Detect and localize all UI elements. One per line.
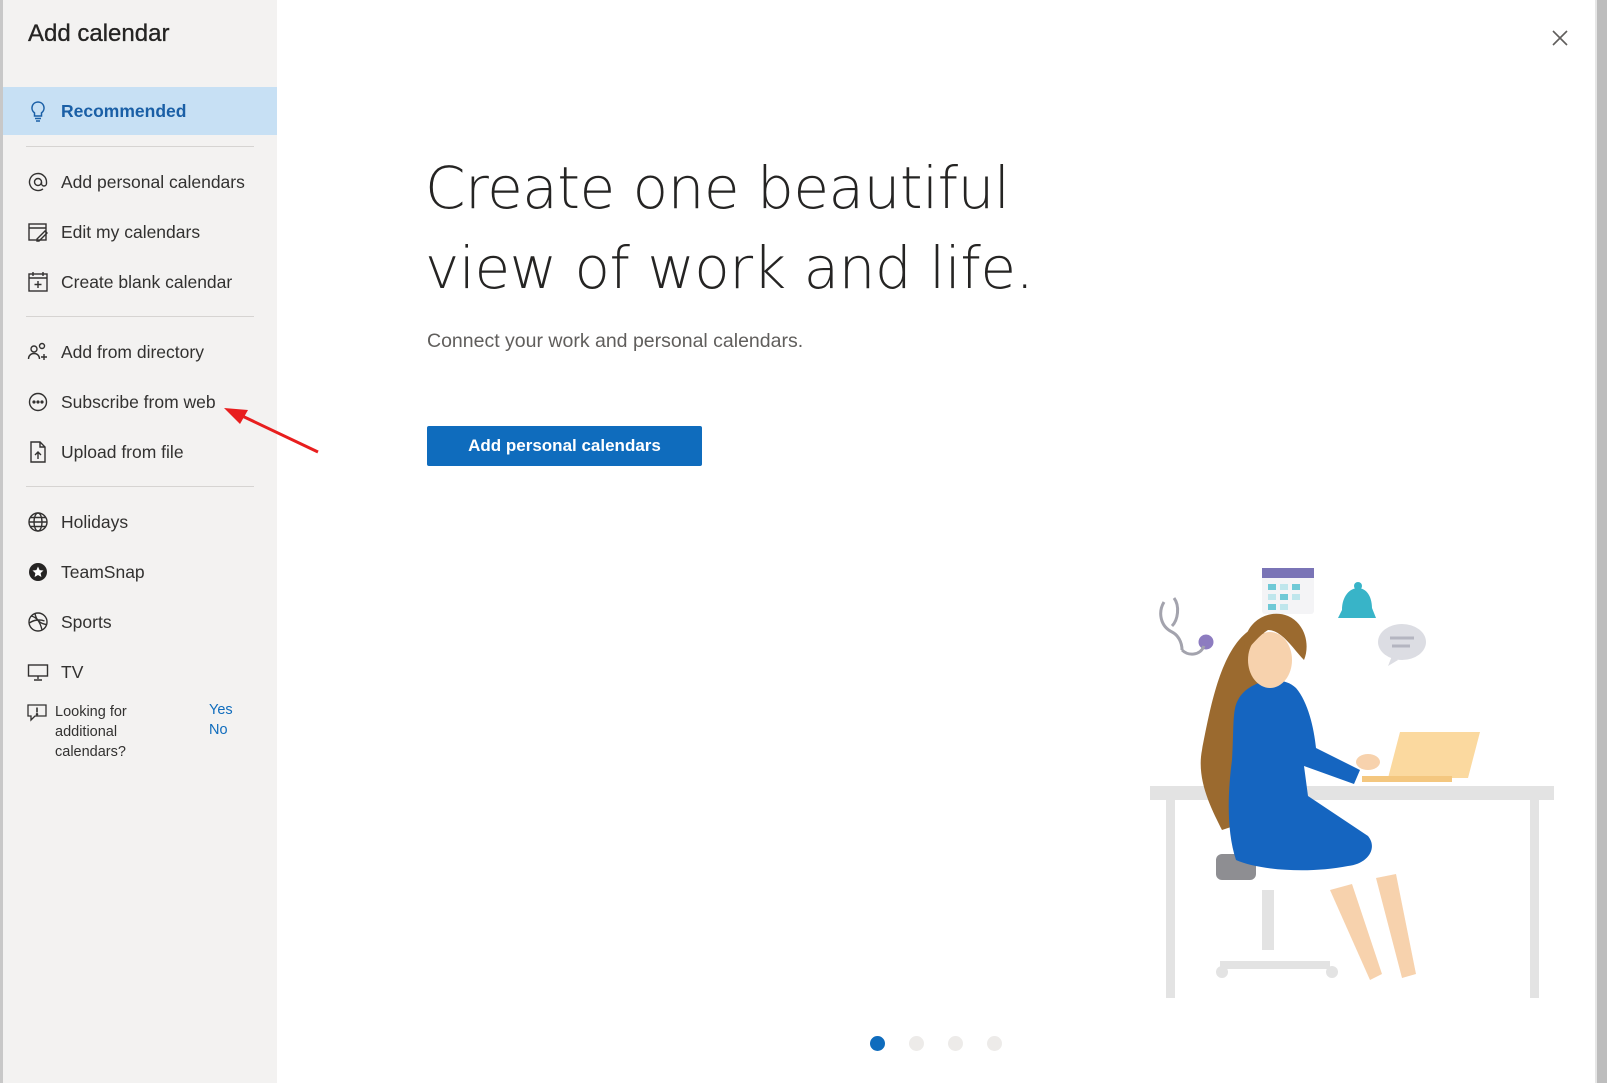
window-right-edge bbox=[1597, 0, 1607, 1083]
sidebar-item-label: Edit my calendars bbox=[61, 221, 201, 242]
tv-icon bbox=[27, 661, 49, 683]
feedback-icon bbox=[27, 704, 47, 722]
sidebar-item-label: TeamSnap bbox=[61, 561, 145, 582]
add-personal-calendars-button[interactable]: Add personal calendars bbox=[427, 426, 702, 466]
sidebar-item-add-from-directory[interactable]: Add from directory bbox=[3, 328, 277, 376]
carousel-dot[interactable] bbox=[948, 1036, 963, 1051]
sidebar-item-create-blank-calendar[interactable]: Create blank calendar bbox=[3, 258, 277, 306]
feedback-question: Looking for additional calendars? bbox=[55, 704, 127, 760]
sidebar-item-label: Recommended bbox=[61, 100, 187, 121]
sidebar-item-label: Sports bbox=[61, 611, 112, 632]
feedback-section: Looking for additional calendars? Yes No bbox=[27, 702, 257, 766]
page-headline: Create one beautiful view of work and lif… bbox=[425, 154, 1034, 302]
sidebar-item-label: Subscribe from web bbox=[61, 391, 216, 412]
teamsnap-icon bbox=[27, 561, 49, 583]
sidebar-item-label: Create blank calendar bbox=[61, 271, 233, 292]
sidebar-item-label: Upload from file bbox=[61, 441, 184, 462]
sports-ball-icon bbox=[27, 611, 49, 633]
sidebar-divider bbox=[26, 146, 254, 147]
calendar-add-icon bbox=[27, 271, 49, 293]
sidebar-item-edit-my-calendars[interactable]: Edit my calendars bbox=[3, 208, 277, 256]
sidebar-item-subscribe-from-web[interactable]: Subscribe from web bbox=[3, 378, 277, 426]
stethoscope-illustration-icon bbox=[1159, 597, 1214, 656]
calendar-illustration-icon bbox=[1262, 568, 1314, 614]
globe-icon bbox=[27, 511, 49, 533]
people-add-icon bbox=[27, 341, 49, 363]
chat-bubble-illustration-icon bbox=[1378, 624, 1426, 666]
carousel-dots bbox=[870, 1036, 1002, 1051]
carousel-dot[interactable] bbox=[987, 1036, 1002, 1051]
sidebar-item-label: TV bbox=[61, 661, 84, 682]
chair-illustration bbox=[1216, 854, 1338, 978]
sidebar-item-tv[interactable]: TV bbox=[3, 648, 277, 696]
bell-illustration-icon bbox=[1338, 582, 1376, 618]
sidebar-item-sports[interactable]: Sports bbox=[3, 598, 277, 646]
carousel-dot[interactable] bbox=[909, 1036, 924, 1051]
sidebar-divider bbox=[26, 316, 254, 317]
sidebar-item-teamsnap[interactable]: TeamSnap bbox=[3, 548, 277, 596]
sidebar-item-label: Add from directory bbox=[61, 341, 204, 362]
page-subtext: Connect your work and personal calendars… bbox=[427, 330, 804, 352]
sidebar-item-label: Holidays bbox=[61, 511, 129, 532]
feedback-yes-link[interactable]: Yes bbox=[209, 702, 233, 718]
sidebar-item-recommended[interactable]: Recommended bbox=[3, 87, 277, 135]
sidebar-divider bbox=[26, 486, 254, 487]
sidebar-item-add-personal-calendars[interactable]: Add personal calendars bbox=[3, 158, 277, 206]
sidebar: Add calendar Recommended Add personal ca… bbox=[3, 0, 277, 1083]
sidebar-item-holidays[interactable]: Holidays bbox=[3, 498, 277, 546]
sidebar-title: Add calendar bbox=[28, 20, 170, 47]
sidebar-item-upload-from-file[interactable]: Upload from file bbox=[3, 428, 277, 476]
web-subscribe-icon bbox=[27, 391, 49, 413]
close-icon[interactable] bbox=[1548, 26, 1572, 50]
lightbulb-icon bbox=[27, 100, 49, 122]
edit-calendar-icon bbox=[27, 221, 49, 243]
carousel-dot[interactable] bbox=[870, 1036, 885, 1051]
file-upload-icon bbox=[27, 441, 49, 463]
woman-at-desk-illustration bbox=[1150, 568, 1554, 998]
at-sign-icon bbox=[27, 171, 49, 193]
sidebar-item-label: Add personal calendars bbox=[61, 171, 245, 192]
feedback-no-link[interactable]: No bbox=[209, 722, 228, 738]
